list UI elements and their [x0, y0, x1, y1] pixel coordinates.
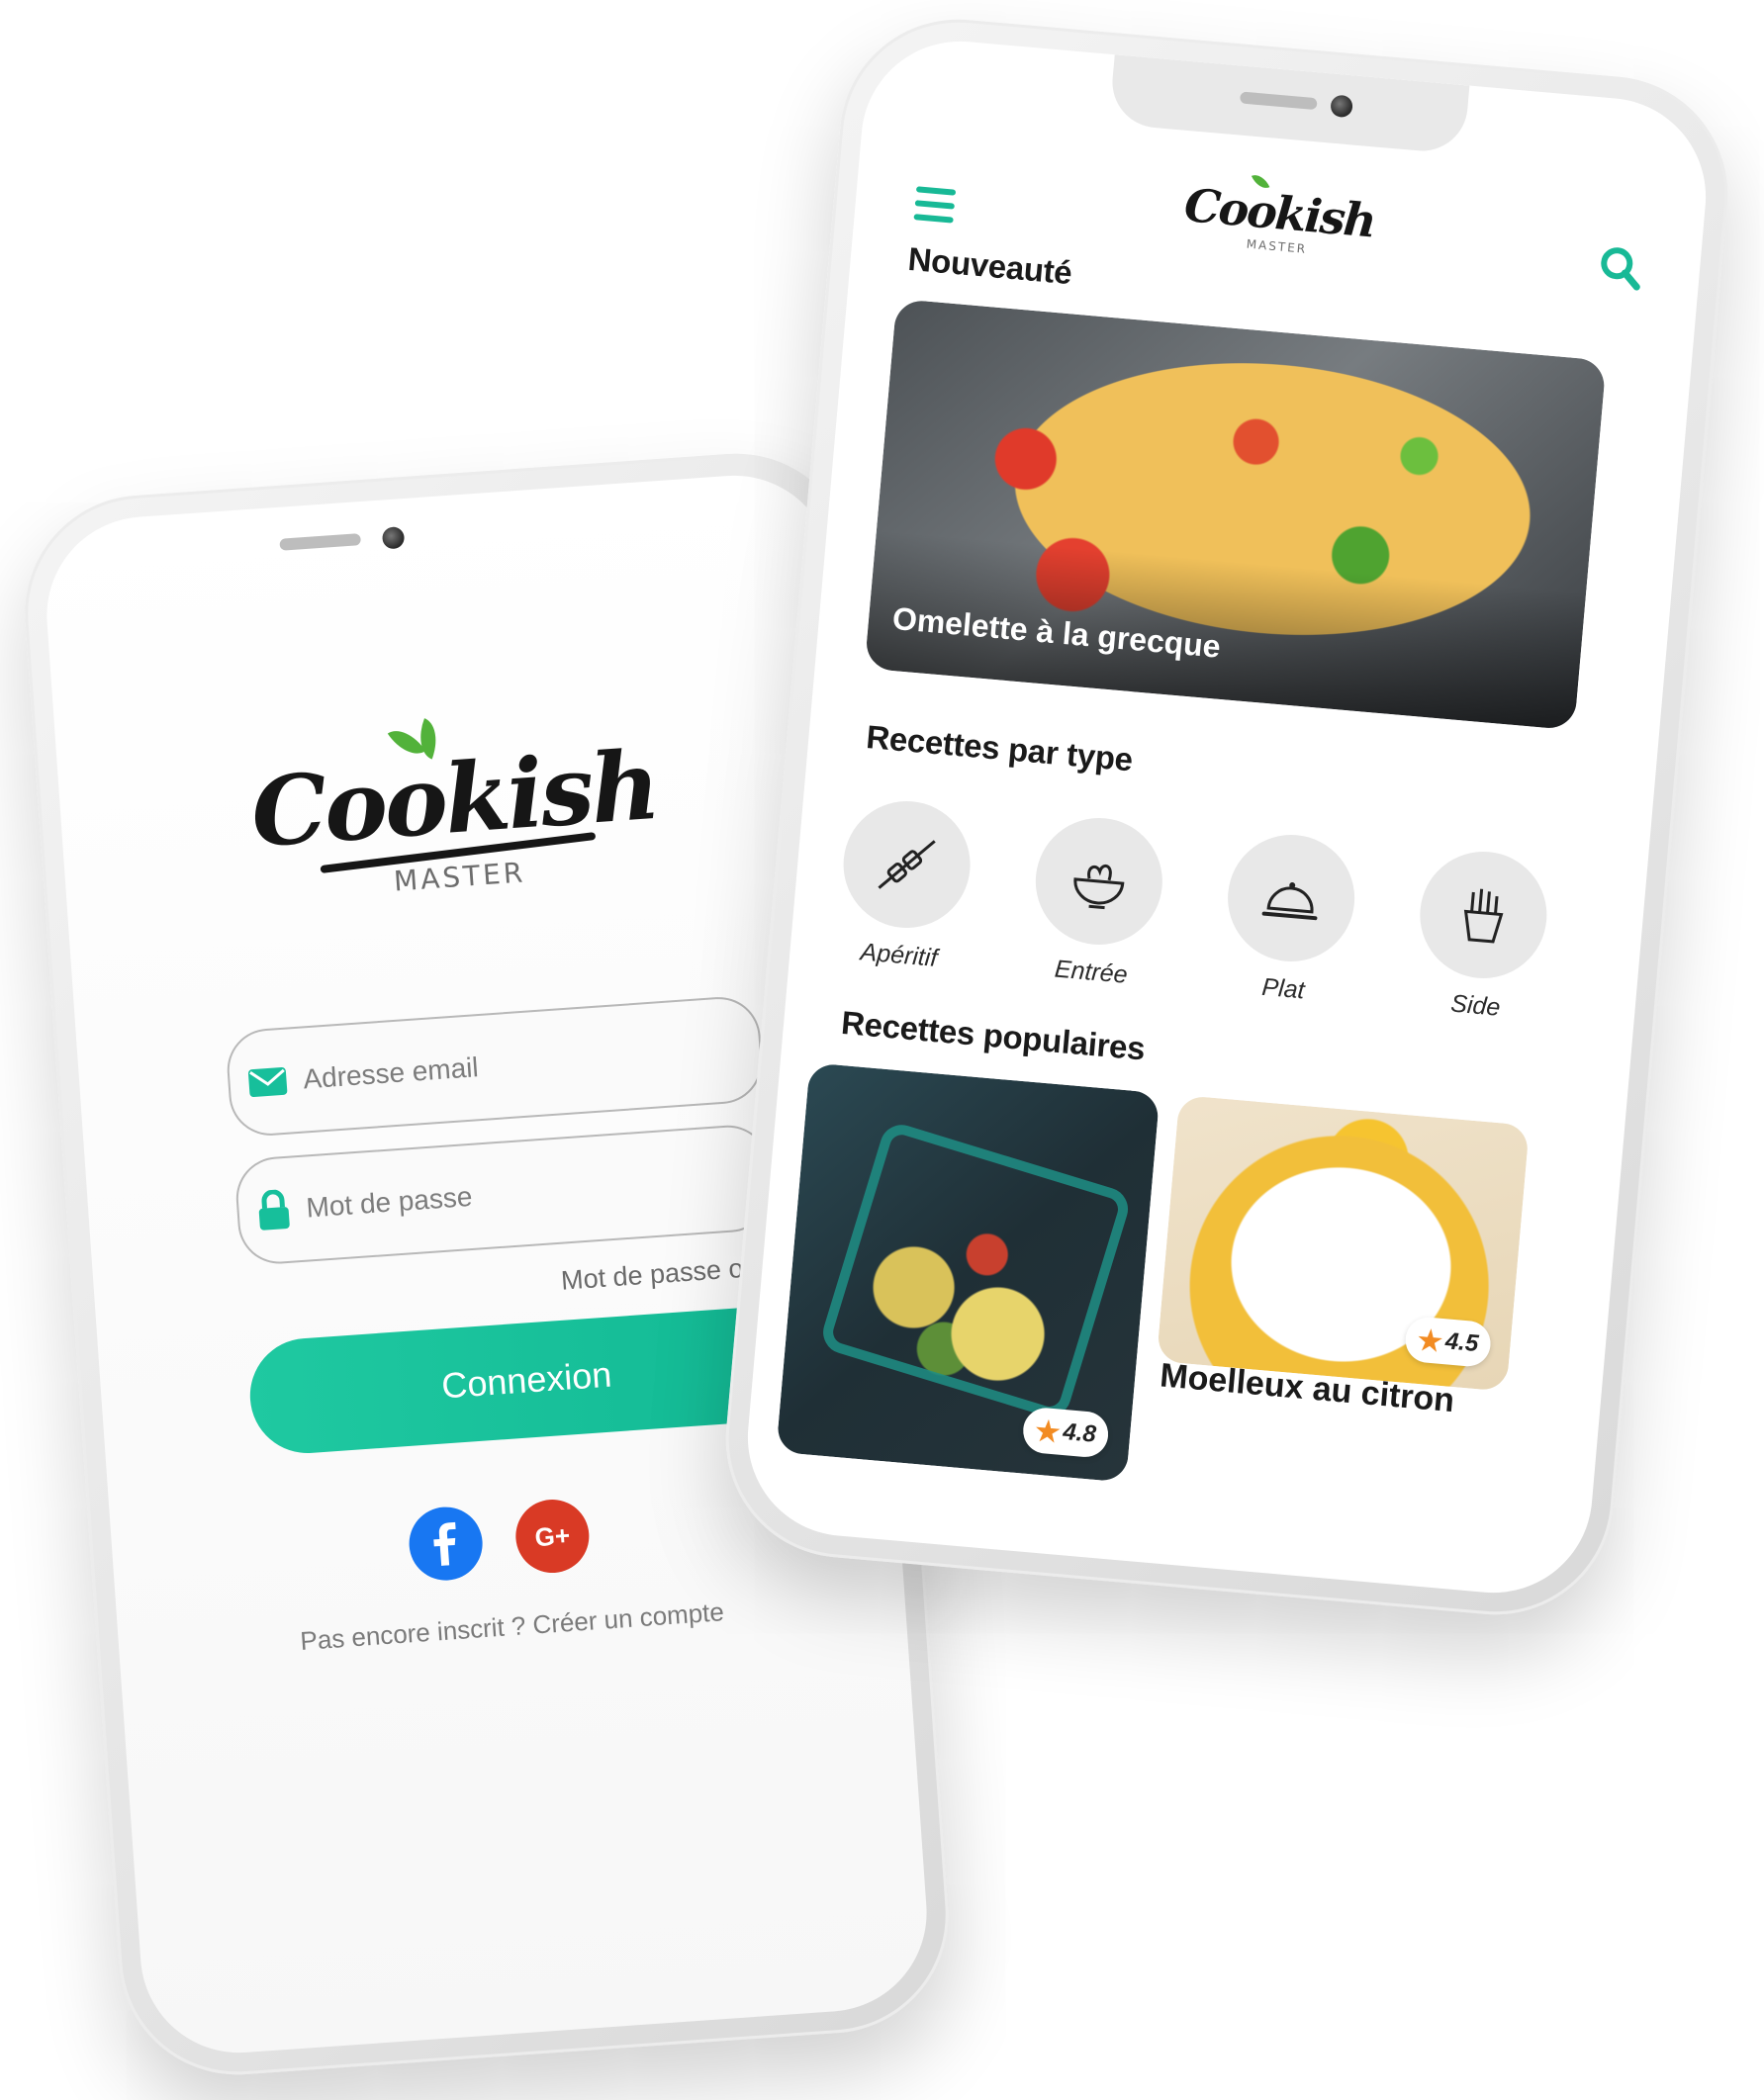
google-plus-icon[interactable]: G+ — [512, 1497, 592, 1576]
rating-value: 4.8 — [1062, 1417, 1097, 1448]
type-item-plat[interactable]: Plat — [1213, 829, 1365, 1010]
front-camera — [381, 526, 406, 550]
email-field[interactable] — [224, 994, 766, 1139]
app-logo: Cookish MASTER — [57, 716, 854, 921]
type-label: Entrée — [1053, 955, 1129, 989]
type-label: Side — [1449, 989, 1502, 1022]
skewer-icon — [878, 840, 936, 889]
speaker-grille — [279, 533, 361, 551]
popular-recipe-card[interactable]: ★ 4.8 — [776, 1062, 1161, 1483]
lock-icon — [258, 1189, 290, 1231]
front-camera — [1330, 94, 1353, 119]
fries-icon — [1463, 888, 1504, 944]
star-icon: ★ — [1034, 1415, 1062, 1448]
login-button[interactable]: Connexion — [245, 1304, 807, 1457]
email-input[interactable] — [300, 1034, 721, 1097]
type-item-entree[interactable]: Entrée — [1021, 812, 1173, 993]
cloche-icon — [1261, 882, 1318, 921]
password-input[interactable] — [303, 1162, 724, 1226]
logo-wordmark: Cookish — [247, 728, 661, 869]
signup-link[interactable]: Pas encore inscrit ? Créer un compte — [119, 1584, 906, 1669]
type-item-side[interactable]: Side — [1405, 846, 1557, 1027]
section-title-new: Nouveauté — [906, 239, 1073, 292]
home-phone: Cookish MASTER Nouveauté Omelette à la g… — [715, 9, 1738, 1625]
rating-badge: ★ 4.8 — [1021, 1406, 1110, 1459]
baking-tray — [817, 1119, 1134, 1422]
mail-icon — [247, 1066, 288, 1098]
type-label: Apéritif — [859, 938, 939, 972]
featured-recipe-card[interactable]: Omelette à la grecque — [864, 298, 1607, 731]
section-title-types: Recettes par type — [865, 718, 1135, 778]
popular-recipe-card[interactable]: ★ 4.5 — [1156, 1094, 1530, 1392]
rating-badge: ★ 4.5 — [1403, 1315, 1493, 1369]
type-item-aperitif[interactable]: Apéritif — [829, 795, 981, 976]
salad-bowl-icon — [1073, 864, 1125, 910]
facebook-icon[interactable] — [407, 1505, 486, 1584]
speaker-grille — [1239, 91, 1318, 111]
password-field[interactable] — [233, 1122, 775, 1267]
rating-value: 4.5 — [1443, 1327, 1480, 1358]
home-screen: Cookish MASTER Nouveauté Omelette à la g… — [739, 33, 1715, 1601]
search-icon[interactable] — [1597, 244, 1644, 292]
recipe-type-list: Apéritif Entrée Plat Side — [829, 795, 1593, 1029]
phone-notch — [1108, 54, 1470, 155]
section-title-popular: Recettes populaires — [839, 1003, 1147, 1067]
star-icon: ★ — [1416, 1324, 1444, 1357]
type-label: Plat — [1260, 972, 1306, 1005]
